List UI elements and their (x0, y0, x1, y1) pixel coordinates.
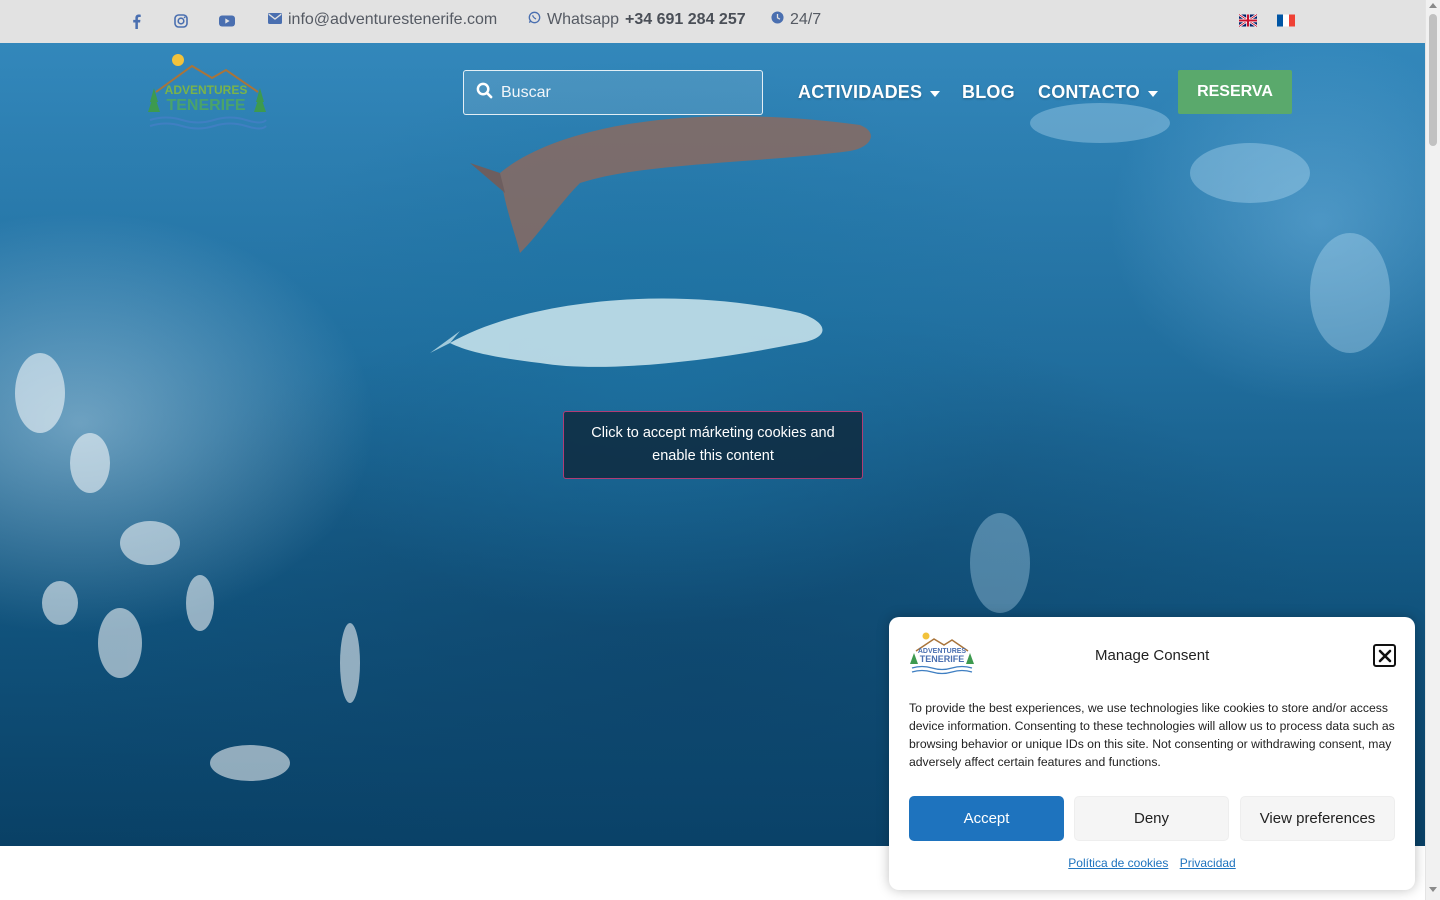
nav-actividades[interactable]: ACTIVIDADES (798, 82, 941, 103)
whatsapp-contact[interactable]: Whatsapp +34 691 284 257 (528, 11, 746, 29)
whatsapp-icon (528, 11, 541, 29)
hours-info: 24/7 (771, 11, 821, 29)
page-scrollbar[interactable] (1425, 0, 1440, 900)
instagram-icon[interactable] (172, 12, 190, 30)
logo-text-bottom: TENERIFE (166, 97, 245, 114)
hours-text: 24/7 (790, 11, 822, 28)
french-flag-icon[interactable] (1277, 14, 1295, 27)
nav-blog[interactable]: BLOG (962, 82, 1015, 103)
english-flag-icon[interactable] (1239, 14, 1257, 27)
close-icon[interactable] (1373, 644, 1396, 667)
site-logo[interactable]: ADVENTURES TENERIFE (142, 52, 270, 134)
consent-body: To provide the best experiences, we use … (909, 701, 1395, 769)
nav-actividades-label: ACTIVIDADES (798, 82, 923, 102)
envelope-icon (268, 11, 282, 29)
youtube-icon[interactable] (218, 12, 236, 30)
chevron-down-icon (1147, 90, 1158, 97)
search-icon (476, 82, 493, 104)
scrollbar-thumb[interactable] (1429, 14, 1437, 146)
accept-marketing-cookies-placeholder[interactable]: Click to accept márketing cookies and en… (563, 411, 863, 479)
consent-title: Manage Consent (1095, 647, 1210, 664)
whatsapp-number: +34 691 284 257 (625, 11, 746, 28)
scroll-down-icon[interactable] (1429, 887, 1437, 892)
cookie-consent-dialog: ADVENTURES TENERIFE Manage Consent To pr… (889, 617, 1415, 890)
nav-contacto-label: CONTACTO (1038, 82, 1140, 102)
scroll-up-icon[interactable] (1429, 3, 1437, 8)
nav-contacto[interactable]: CONTACTO (1038, 82, 1158, 103)
email-text: info@adventurestenerife.com (288, 11, 498, 28)
accept-button[interactable]: Accept (909, 796, 1064, 841)
privacy-link[interactable]: Privacidad (1180, 856, 1236, 870)
view-preferences-button[interactable]: View preferences (1240, 796, 1395, 841)
clock-icon (771, 11, 784, 29)
search-box[interactable] (463, 70, 763, 115)
logo-text-top: ADVENTURES (165, 83, 248, 97)
cookie-policy-link[interactable]: Política de cookies (1068, 856, 1168, 870)
consent-links: Política de cookies Privacidad (889, 856, 1415, 870)
consent-logo: ADVENTURES TENERIFE (910, 632, 974, 675)
placeholder-message: Click to accept márketing cookies and en… (591, 425, 835, 464)
reserva-button[interactable]: RESERVA (1178, 70, 1292, 114)
email-contact[interactable]: info@adventurestenerife.com (268, 11, 497, 29)
nav-blog-label: BLOG (962, 82, 1015, 102)
facebook-icon[interactable] (127, 12, 145, 30)
top-bar: info@adventurestenerife.com Whatsapp +34… (0, 0, 1425, 43)
deny-button[interactable]: Deny (1074, 796, 1229, 841)
consent-logo-text-bottom: TENERIFE (920, 654, 965, 664)
whatsapp-label: Whatsapp (547, 11, 620, 28)
search-input[interactable] (501, 83, 741, 102)
chevron-down-icon (930, 90, 941, 97)
